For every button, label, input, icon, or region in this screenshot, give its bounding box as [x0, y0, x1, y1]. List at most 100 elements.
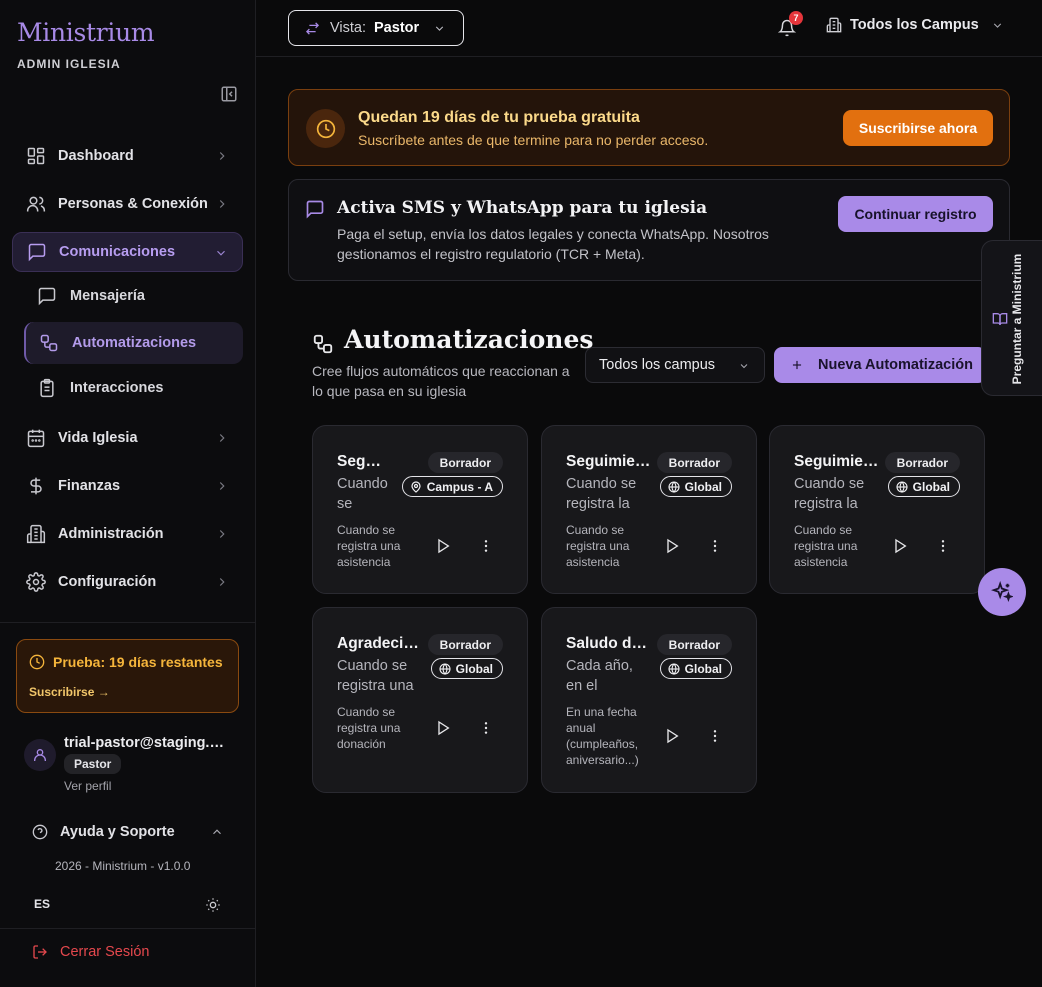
campus-filter-value: Todos los campus — [599, 357, 716, 373]
sidebar-item-dashboard[interactable]: Dashboard — [12, 136, 243, 176]
more-vertical-icon[interactable] — [707, 728, 723, 744]
ask-assistant-tab[interactable]: Preguntar a Ministrium — [981, 240, 1042, 396]
play-icon[interactable] — [435, 538, 451, 554]
users-icon — [26, 194, 46, 214]
automation-card[interactable]: Saludo de cumpleaños Borrador Cada año, … — [541, 607, 757, 793]
swap-icon — [305, 21, 320, 35]
card-title: Seguimiento de asistencia — [794, 453, 879, 470]
automation-card[interactable]: Seguimiento de asistencia Borrador Cuand… — [312, 425, 528, 594]
play-icon[interactable] — [664, 538, 680, 554]
scope-label: Global — [912, 479, 950, 494]
view-value: Pastor — [374, 20, 420, 36]
continue-registration-button[interactable]: Continuar registro — [838, 196, 993, 232]
subscribe-now-button[interactable]: Suscribirse ahora — [843, 110, 993, 146]
page-subtitle: Cree flujos automáticos que reaccionan a… — [312, 363, 570, 399]
sun-icon[interactable] — [205, 897, 221, 913]
sidebar-subitem-mensajeria[interactable]: Mensajería — [24, 275, 243, 317]
chevron-right-icon — [215, 149, 229, 163]
logout-label: Cerrar Sesión — [60, 944, 150, 960]
chevron-down-icon — [740, 364, 748, 369]
notification-badge: 7 — [789, 11, 803, 25]
sidebar-subitem-automatizaciones[interactable]: Automatizaciones — [24, 322, 243, 364]
book-open-icon — [992, 313, 1008, 326]
scope-badge: Global — [659, 476, 732, 497]
automation-card[interactable]: Agradecimiento por donación Borrador Cua… — [312, 607, 528, 793]
more-vertical-icon[interactable] — [478, 720, 494, 736]
message-square-icon — [306, 200, 324, 219]
help-support-toggle[interactable]: Ayuda y Soporte — [32, 824, 224, 840]
scope-badge: Campus - A — [401, 476, 503, 497]
sidebar-item-configuracion[interactable]: Configuración — [12, 562, 243, 602]
scope-badge: Global — [887, 476, 960, 497]
globe-icon — [896, 480, 908, 493]
sidebar-item-administracion[interactable]: Administración — [12, 514, 243, 554]
chevron-up-icon — [213, 829, 221, 835]
app-root: Ministrium ADMIN IGLESIA Dashboard Perso… — [0, 0, 1042, 987]
language-switch[interactable]: ES — [34, 897, 50, 911]
sidebar-divider — [0, 928, 256, 929]
chevron-down-icon — [214, 246, 228, 260]
scope-label: Global — [455, 661, 493, 676]
dashboard-icon — [26, 146, 46, 166]
sidebar-item-finanzas[interactable]: Finanzas — [12, 466, 243, 506]
card-title: Agradecimiento por donación — [337, 635, 421, 652]
more-vertical-icon[interactable] — [707, 538, 723, 554]
sidebar-item-comunicaciones[interactable]: Comunicaciones — [12, 232, 243, 272]
sidebar-trial-card: Prueba: 19 días restantes Suscribirse → — [16, 639, 239, 713]
campus-selector[interactable]: Todos los Campus — [826, 17, 1004, 33]
view-profile-link[interactable]: Ver perfil — [64, 779, 111, 793]
logout-button[interactable]: Cerrar Sesión — [32, 944, 149, 960]
play-icon[interactable] — [664, 728, 680, 744]
sidebar-subitem-interacciones[interactable]: Interacciones — [24, 367, 243, 409]
sidebar-item-label: Configuración — [58, 574, 157, 590]
sidebar-item-label: Vida Iglesia — [58, 430, 138, 446]
trial-banner: Quedan 19 días de tu prueba gratuita Sus… — [288, 89, 1010, 166]
more-vertical-icon[interactable] — [478, 538, 494, 554]
scope-label: Global — [684, 661, 722, 676]
user-icon — [34, 749, 46, 761]
ask-assistant-label: Preguntar a Ministrium — [1010, 253, 1024, 385]
clock-icon — [29, 654, 45, 670]
sidebar-collapse-icon[interactable] — [220, 85, 238, 103]
plus-icon — [792, 360, 802, 370]
sidebar-item-vida-iglesia[interactable]: Vida Iglesia — [12, 418, 243, 458]
more-vertical-icon[interactable] — [935, 538, 951, 554]
new-automation-button[interactable]: Nueva Automatización — [774, 347, 986, 383]
brand-logo: Ministrium — [17, 18, 155, 47]
message-square-icon — [27, 242, 47, 262]
sidebar: Ministrium ADMIN IGLESIA Dashboard Perso… — [0, 0, 256, 987]
chevron-down-icon — [993, 22, 1001, 28]
view-selector[interactable]: Vista: Pastor — [288, 10, 464, 46]
chevron-right-icon — [215, 527, 229, 541]
sidebar-item-label: Finanzas — [58, 478, 121, 494]
status-badge: Borrador — [884, 452, 960, 473]
scope-label: Campus - A — [426, 479, 493, 494]
ai-assistant-button[interactable] — [978, 568, 1026, 616]
main-content: Quedan 19 días de tu prueba gratuita Sus… — [256, 57, 1042, 987]
play-icon[interactable] — [892, 538, 908, 554]
play-icon[interactable] — [435, 720, 451, 736]
gear-icon — [26, 572, 46, 592]
status-badge: Borrador — [427, 452, 503, 473]
card-trigger: En una fecha anual (cumpleaños, aniversa… — [566, 705, 639, 767]
card-description: Cuando se registra la asistencia — [794, 476, 865, 512]
scope-badge: Global — [659, 658, 732, 679]
card-trigger: Cuando se registra una asistencia — [566, 523, 630, 569]
status-badge: Borrador — [656, 452, 732, 473]
logout-icon — [33, 945, 47, 959]
sidebar-item-personas[interactable]: Personas & Conexión — [12, 184, 243, 224]
version-text: 2026 - Ministrium - v1.0.0 — [55, 859, 191, 873]
avatar[interactable] — [24, 739, 56, 771]
campus-selector-label: Todos los Campus — [850, 17, 979, 33]
workflow-icon — [313, 334, 333, 354]
card-description: Cuando se registra la asistencia — [566, 476, 637, 512]
card-description: Cada año, en el cumpleaños — [566, 658, 633, 694]
view-label: Vista: — [330, 20, 367, 36]
automation-card[interactable]: Seguimiento de asistencia Borrador Cuand… — [769, 425, 985, 594]
sidebar-subscribe-link[interactable]: Suscribirse → — [29, 685, 110, 699]
chevron-down-icon — [436, 25, 444, 31]
campus-filter-select[interactable]: Todos los campus — [585, 347, 765, 383]
automation-card[interactable]: Seguimiento de asistencia Borrador Cuand… — [541, 425, 757, 594]
sidebar-subitem-label: Mensajería — [70, 288, 145, 304]
card-title: Seguimiento de asistencia — [337, 453, 385, 470]
